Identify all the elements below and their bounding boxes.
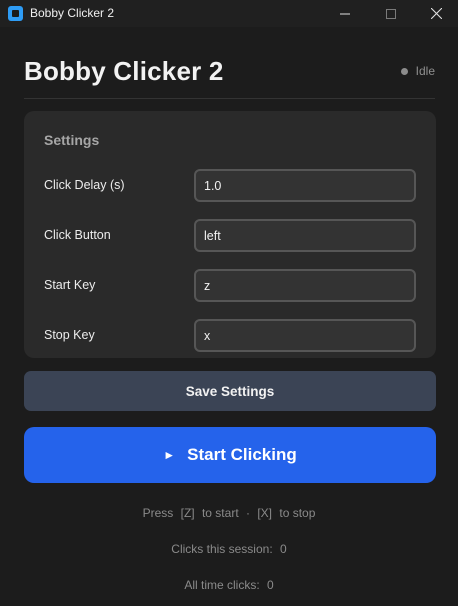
page-title: Bobby Clicker 2 <box>24 56 224 86</box>
session-clicks-label: Clicks this session: <box>171 542 273 556</box>
click-delay-label: Click Delay (s) <box>44 178 125 192</box>
hint-start-key: [Z] <box>180 506 195 520</box>
stop-key-input[interactable] <box>194 319 416 352</box>
status-dot-icon <box>400 67 408 75</box>
start-key-input[interactable] <box>194 269 416 302</box>
app-body: Bobby Clicker 2 Idle Settings Click Dela… <box>0 27 458 606</box>
hint-to-start-text: to start <box>201 506 239 520</box>
session-clicks: Clicks this session: 0 <box>0 542 458 556</box>
hint-separator: · <box>246 506 250 520</box>
play-icon: ► <box>163 448 176 462</box>
app-icon <box>8 6 23 21</box>
stop-key-label: Stop Key <box>44 328 95 342</box>
click-button-label: Click Button <box>44 228 111 242</box>
session-clicks-value: 0 <box>280 542 287 556</box>
header-divider <box>24 98 435 99</box>
minimize-button[interactable] <box>322 0 368 27</box>
header: Bobby Clicker 2 Idle <box>24 54 435 99</box>
close-icon <box>430 8 442 19</box>
save-settings-button[interactable]: Save Settings <box>24 371 436 411</box>
window-title: Bobby Clicker 2 <box>30 6 115 20</box>
minimize-icon <box>340 13 350 14</box>
hint-stop-key: [X] <box>257 506 273 520</box>
hotkey-hint: Press [Z] to start · [X] to stop <box>0 506 458 520</box>
start-clicking-label: Start Clicking <box>187 445 297 464</box>
start-key-label: Start Key <box>44 278 96 292</box>
alltime-clicks-value: 0 <box>267 578 274 592</box>
close-button[interactable] <box>414 0 458 27</box>
status-text: Idle <box>415 64 435 78</box>
title-bar: Bobby Clicker 2 <box>0 0 458 27</box>
alltime-clicks-label: All time clicks: <box>184 578 260 592</box>
maximize-icon <box>386 8 396 19</box>
settings-title: Settings <box>44 132 100 148</box>
hint-to-stop-text: to stop <box>279 506 316 520</box>
settings-card: Settings Click Delay (s) Click Button St… <box>24 111 436 358</box>
maximize-button[interactable] <box>368 0 414 27</box>
start-clicking-button[interactable]: ► Start Clicking <box>24 427 436 483</box>
click-button-input[interactable] <box>194 219 416 252</box>
status-indicator: Idle <box>400 64 435 78</box>
click-delay-input[interactable] <box>194 169 416 202</box>
alltime-clicks: All time clicks: 0 <box>0 578 458 592</box>
hint-press-text: Press <box>142 506 174 520</box>
